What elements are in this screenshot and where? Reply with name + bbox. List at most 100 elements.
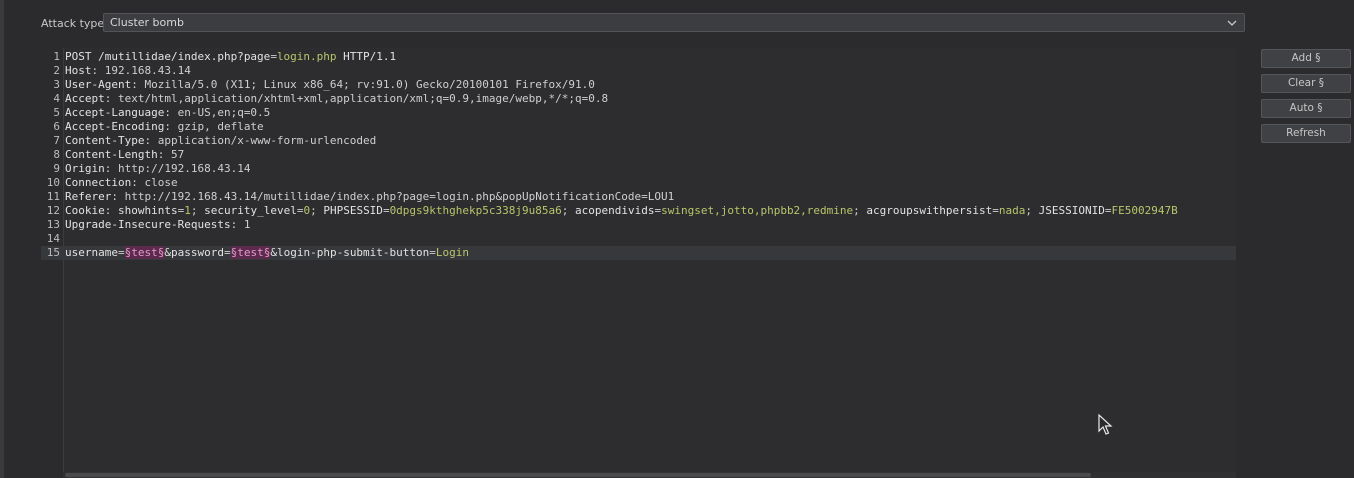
token: page (243, 50, 271, 63)
token: JSESSIONID (1038, 204, 1105, 217)
token: = (382, 204, 390, 217)
request-line[interactable]: 6 Accept-Encoding: gzip, deflate (41, 120, 1236, 134)
request-editor[interactable]: 1 POST /mutillidae/index.php?page=login.p… (41, 48, 1236, 472)
token: FE5002947B (1111, 204, 1178, 217)
line-number: 6 (53, 120, 60, 133)
request-line-text: Host: 192.168.43.14 (65, 64, 191, 78)
request-line[interactable]: 13 Upgrade-Insecure-Requests: 1 (41, 218, 1236, 232)
token: login.php (276, 50, 337, 63)
token: : 57 (157, 148, 185, 161)
attack-type-value: Cluster bomb (110, 16, 184, 29)
line-number: 1 (53, 50, 60, 63)
line-number: 8 (53, 148, 60, 161)
payload-marker[interactable]: §test§ (230, 246, 271, 259)
line-number: 11 (46, 190, 60, 203)
request-line-text: Upgrade-Insecure-Requests: 1 (65, 218, 250, 232)
token: ; (1025, 204, 1039, 217)
line-number: 10 (46, 176, 60, 189)
token: = (992, 204, 999, 217)
token: Accept-Language (65, 106, 165, 119)
token: : application/x-www-form-urlencoded (144, 134, 377, 147)
request-line[interactable]: 14 (41, 232, 1236, 246)
token: PHPSESSID (323, 204, 383, 217)
token: : (104, 204, 118, 217)
token: &login-php-submit-button (270, 246, 430, 259)
request-line[interactable]: 9 Origin: http://192.168.43.14 (41, 162, 1236, 176)
request-line-text: Origin: http://192.168.43.14 (65, 162, 250, 176)
token: acopendivids (575, 204, 655, 217)
attack-type-label: Attack type: (41, 16, 108, 30)
token: : 1 (230, 218, 251, 231)
token: Login (435, 246, 470, 259)
token: ; (561, 204, 575, 217)
request-line[interactable]: 3 User-Agent: Mozilla/5.0 (X11; Linux x86… (41, 78, 1236, 92)
request-line[interactable]: 10 Connection: close (41, 176, 1236, 190)
line-number: 12 (46, 204, 60, 217)
token: ; (190, 204, 205, 217)
request-line[interactable]: 1 POST /mutillidae/index.php?page=login.p… (41, 50, 1236, 64)
token: username (65, 246, 118, 259)
attack-type-select[interactable]: Cluster bomb (103, 13, 1245, 32)
request-line-text: Accept-Language: en-US,en;q=0.5 (65, 106, 270, 120)
request-line[interactable]: 5 Accept-Language: en-US,en;q=0.5 (41, 106, 1236, 120)
token: : close (131, 176, 178, 189)
token: Connection (65, 176, 132, 189)
chevron-down-icon (1227, 20, 1237, 26)
token: swingset,jotto,phpbb2,redmine (661, 204, 854, 217)
token: Cookie (65, 204, 105, 217)
token: HTTP/1.1 (336, 50, 397, 63)
request-line[interactable]: 8 Content-Length: 57 (41, 148, 1236, 162)
token: Origin (65, 162, 105, 175)
token: 0dpgs9kthghekp5c338j9u85a6 (389, 204, 562, 217)
token: Host (65, 64, 92, 77)
token: &password (164, 246, 224, 259)
token: 1 (184, 204, 191, 217)
line-number: 9 (53, 162, 60, 175)
panel-edge (0, 0, 4, 478)
request-line[interactable]: 12 Cookie: showhints=1; security_level=0;… (41, 204, 1236, 218)
horizontal-scrollbar[interactable] (63, 472, 1236, 478)
request-line[interactable]: 15 username=§test§&password=§test§&login-… (41, 246, 1236, 260)
token: POST /mutillidae/index.php? (65, 50, 244, 63)
request-line[interactable]: 7 Content-Type: application/x-www-form-ur… (41, 134, 1236, 148)
request-line-text: Referer: http://192.168.43.14/mutillidae… (65, 190, 674, 204)
auto-payload-markers-button[interactable]: Auto § (1261, 99, 1351, 118)
token: : text/html,application/xhtml+xml,applic… (104, 92, 609, 105)
refresh-button[interactable]: Refresh (1261, 124, 1351, 143)
request-line[interactable]: 4 Accept: text/html,application/xhtml+xml… (41, 92, 1236, 106)
payload-marker[interactable]: §test§ (124, 246, 165, 259)
token: Content-Length (65, 148, 158, 161)
token: : http://192.168.43.14 (104, 162, 251, 175)
line-number: 3 (53, 78, 60, 91)
token: Accept (65, 92, 105, 105)
add-payload-marker-button[interactable]: Add § (1261, 49, 1351, 68)
token: : en-US,en;q=0.5 (164, 106, 271, 119)
line-number: 7 (53, 134, 60, 147)
request-line-text: User-Agent: Mozilla/5.0 (X11; Linux x86_… (65, 78, 595, 92)
token: Accept-Encoding (65, 120, 165, 133)
token: User-Agent (65, 78, 132, 91)
request-line-text: username=§test§&password=§test§&login-ph… (65, 246, 469, 260)
token: acgroupswithpersist (866, 204, 993, 217)
line-number: 15 (46, 246, 60, 259)
token: = (270, 50, 277, 63)
token: showhints (118, 204, 178, 217)
request-line[interactable]: 11 Referer: http://192.168.43.14/mutillid… (41, 190, 1236, 204)
token: security_level (204, 204, 297, 217)
mouse-pointer-icon (1098, 414, 1113, 435)
request-line-text: Cookie: showhints=1; security_level=0; P… (65, 204, 1178, 218)
line-number: 14 (46, 232, 60, 245)
request-line[interactable]: 2 Host: 192.168.43.14 (41, 64, 1236, 78)
request-line-text: Connection: close (65, 176, 178, 190)
token: : Mozilla/5.0 (X11; Linux x86_64; rv:91.… (131, 78, 595, 91)
line-number: 13 (46, 218, 60, 231)
clear-payload-markers-button[interactable]: Clear § (1261, 74, 1351, 93)
token: : gzip, deflate (164, 120, 264, 133)
token: = (117, 246, 125, 259)
token: Referer (65, 190, 112, 203)
token: Upgrade-Insecure-Requests (65, 218, 231, 231)
token: ; (853, 204, 867, 217)
request-line-text: Accept-Encoding: gzip, deflate (65, 120, 264, 134)
token: = (223, 246, 231, 259)
scrollbar-thumb[interactable] (65, 473, 1091, 477)
